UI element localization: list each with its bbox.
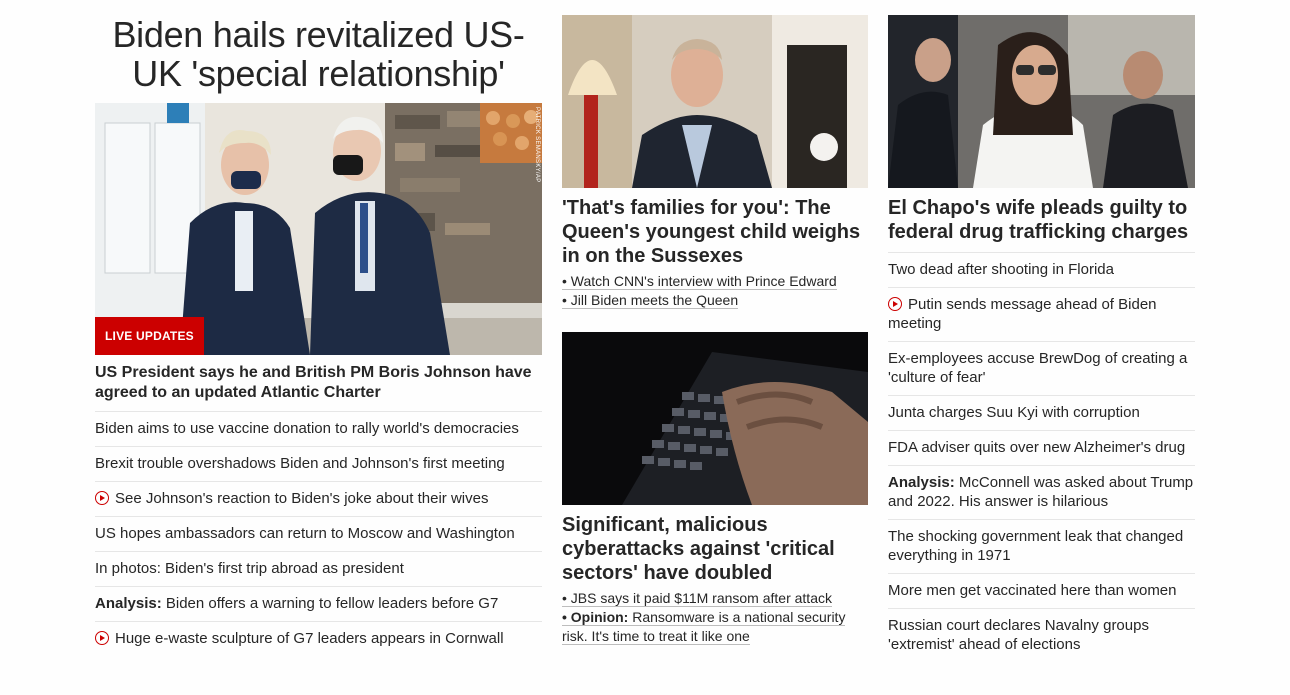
- lead-headline[interactable]: Biden hails revitalized US-UK 'special r…: [95, 15, 542, 103]
- opinion-label: • Opinion:: [562, 609, 629, 625]
- story1-photo-link[interactable]: [562, 15, 868, 188]
- story-list-item[interactable]: FDA adviser quits over new Alzheimer's d…: [888, 430, 1195, 465]
- story1-link-2[interactable]: • Jill Biden meets the Queen: [562, 291, 868, 310]
- story2-links: • JBS says it paid $11M ransom after att…: [562, 589, 868, 646]
- story-list-item[interactable]: The shocking government leak that change…: [888, 519, 1195, 573]
- story-list-item[interactable]: Two dead after shooting in Florida: [888, 252, 1195, 287]
- story2-photo-link[interactable]: [562, 332, 868, 505]
- lead-photo-link[interactable]: PATRICK SEMANSKY/AP LIVE UPDATES: [95, 103, 542, 355]
- story-list-item[interactable]: US hopes ambassadors can return to Mosco…: [95, 516, 542, 551]
- analysis-label: Analysis:: [95, 595, 162, 612]
- story1-title[interactable]: 'That's families for you': The Queen's y…: [562, 196, 868, 268]
- story-list-item[interactable]: Ex-employees accuse BrewDog of creating …: [888, 341, 1195, 395]
- analysis-label: Analysis:: [888, 474, 955, 491]
- middle-column: 'That's families for you': The Queen's y…: [562, 0, 868, 646]
- story-headline: Biden aims to use vaccine donation to ra…: [95, 420, 519, 437]
- right-story-list: Two dead after shooting in Florida Putin …: [888, 252, 1195, 662]
- story-list-item[interactable]: Analysis: Biden offers a warning to fell…: [95, 586, 542, 621]
- story-list-item[interactable]: More men get vaccinated here than women: [888, 573, 1195, 608]
- story-headline: Russian court declares Navalny groups 'e…: [888, 617, 1149, 653]
- story-list-item[interactable]: Brexit trouble overshadows Biden and Joh…: [95, 446, 542, 481]
- story-headline: Junta charges Suu Kyi with corruption: [888, 404, 1140, 421]
- story2-link-1[interactable]: • JBS says it paid $11M ransom after att…: [562, 589, 868, 608]
- lead-story-title[interactable]: US President says he and British PM Bori…: [95, 363, 542, 403]
- story2-title[interactable]: Significant, malicious cyberattacks agai…: [562, 513, 868, 585]
- story-headline: Ex-employees accuse BrewDog of creating …: [888, 350, 1188, 386]
- story-headline: The shocking government leak that change…: [888, 528, 1184, 564]
- story-list-item[interactable]: In photos: Biden's first trip abroad as …: [95, 551, 542, 586]
- story-list-item[interactable]: See Johnson's reaction to Biden's joke a…: [95, 481, 542, 516]
- story-list-item[interactable]: Putin sends message ahead of Biden meeti…: [888, 287, 1195, 341]
- story-list-item[interactable]: Huge e-waste sculpture of G7 leaders app…: [95, 621, 542, 656]
- story-headline: Putin sends message ahead of Biden meeti…: [888, 296, 1157, 332]
- story-list-item[interactable]: Analysis: McConnell was asked about Trum…: [888, 465, 1195, 519]
- video-play-icon: [95, 491, 109, 505]
- lead-story-list: Biden aims to use vaccine donation to ra…: [95, 411, 542, 656]
- video-play-icon: [888, 297, 902, 311]
- story2-link-2[interactable]: • Opinion: Ransomware is a national secu…: [562, 608, 868, 646]
- story-headline: US hopes ambassadors can return to Mosco…: [95, 525, 515, 542]
- story-headline: Two dead after shooting in Florida: [888, 261, 1114, 278]
- story-headline: Brexit trouble overshadows Biden and Joh…: [95, 455, 505, 472]
- story2-photo: [562, 332, 868, 505]
- story-headline: More men get vaccinated here than women: [888, 582, 1177, 599]
- right-lead-title[interactable]: El Chapo's wife pleads guilty to federal…: [888, 196, 1195, 244]
- story-headline: FDA adviser quits over new Alzheimer's d…: [888, 439, 1186, 456]
- story-headline: In photos: Biden's first trip abroad as …: [95, 560, 404, 577]
- story-headline: See Johnson's reaction to Biden's joke a…: [115, 490, 489, 507]
- story-list-item[interactable]: Russian court declares Navalny groups 'e…: [888, 608, 1195, 662]
- video-play-icon: [95, 631, 109, 645]
- right-photo-link[interactable]: [888, 15, 1195, 188]
- live-updates-badge[interactable]: LIVE UPDATES: [95, 317, 204, 355]
- lead-story-column: Biden hails revitalized US-UK 'special r…: [95, 0, 542, 656]
- story-headline: Biden offers a warning to fellow leaders…: [161, 595, 499, 612]
- story1-links: • Watch CNN's interview with Prince Edwa…: [562, 272, 868, 310]
- story1-link-1[interactable]: • Watch CNN's interview with Prince Edwa…: [562, 272, 868, 291]
- story-headline: Huge e-waste sculpture of G7 leaders app…: [115, 630, 504, 647]
- photo-credit: PATRICK SEMANSKY/AP: [534, 107, 540, 183]
- story-list-item[interactable]: Junta charges Suu Kyi with corruption: [888, 395, 1195, 430]
- story-list-item[interactable]: Biden aims to use vaccine donation to ra…: [95, 411, 542, 446]
- right-photo: [888, 15, 1195, 188]
- story1-photo: [562, 15, 868, 188]
- right-column: El Chapo's wife pleads guilty to federal…: [888, 0, 1195, 662]
